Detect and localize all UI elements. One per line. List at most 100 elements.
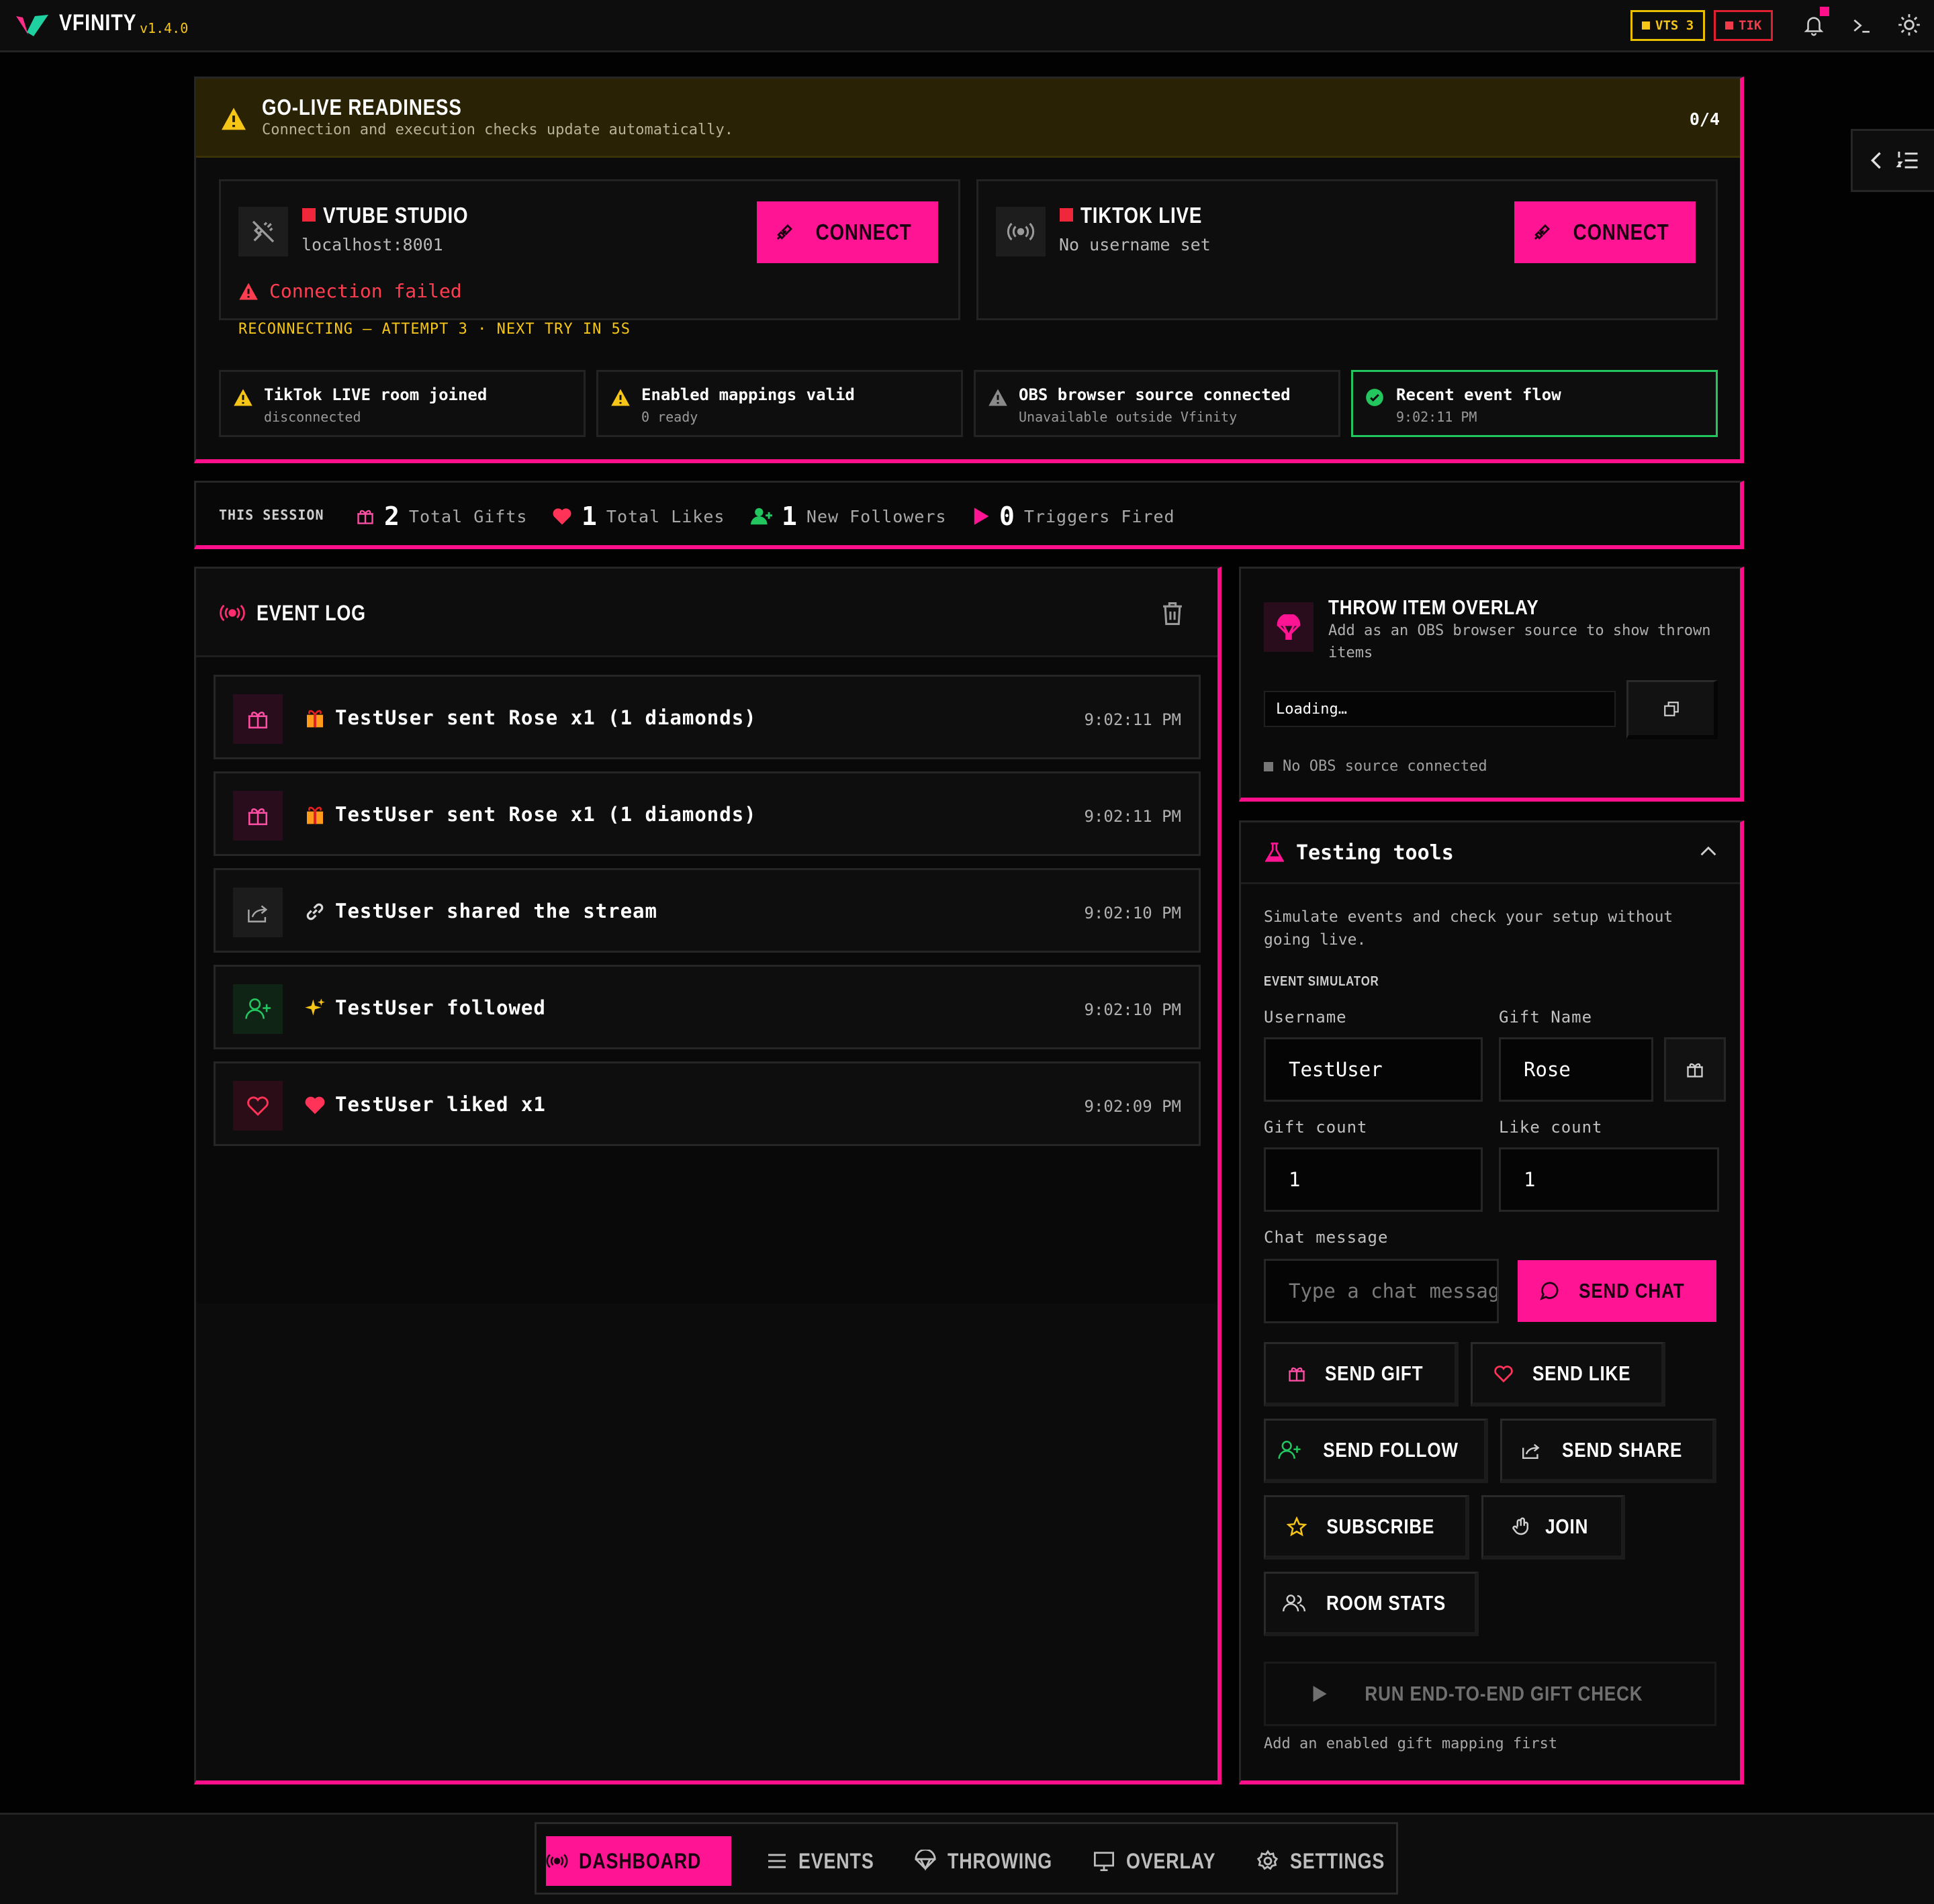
nav-overlay[interactable]: OVERLAY	[1093, 1836, 1233, 1886]
room-stats-label: ROOM STATS	[1326, 1590, 1446, 1615]
throw-overlay-title: THROW ITEM OVERLAY	[1328, 596, 1539, 619]
vts-status-chip[interactable]: VTS 3	[1630, 10, 1706, 41]
check-obs-source: OBS browser source connected Unavailable…	[974, 370, 1340, 437]
bottom-navigation: DASHBOARD EVENTS THROWING OVERLAY SETTIN…	[535, 1822, 1398, 1895]
like-count-input[interactable]	[1499, 1147, 1719, 1212]
heart-outline-icon	[1494, 1365, 1514, 1382]
wrapped-gift-emoji-icon	[307, 710, 323, 728]
vts-address: localhost:8001	[302, 235, 443, 254]
vts-error: Connection failed	[238, 280, 462, 302]
broadcast-icon	[996, 207, 1046, 256]
warning-icon	[222, 107, 246, 130]
chat-message-label: Chat message	[1264, 1228, 1389, 1247]
overlay-url-input[interactable]	[1264, 691, 1616, 727]
tiktok-connect-label: CONNECT	[1573, 220, 1669, 244]
send-gift-button[interactable]: SEND GIFT	[1264, 1342, 1459, 1407]
list-ordered-icon	[1896, 151, 1918, 169]
tiktok-status-dot	[1060, 208, 1073, 222]
join-label: JOIN	[1545, 1514, 1589, 1538]
gift-picker-button[interactable]	[1664, 1037, 1726, 1102]
user-plus-icon	[751, 508, 772, 525]
testing-tools-panel: Testing tools Simulate events and check …	[1239, 820, 1744, 1784]
gift-name-input[interactable]	[1499, 1037, 1653, 1102]
vts-status-square-icon	[1642, 21, 1650, 30]
testing-tools-header[interactable]: Testing tools	[1241, 822, 1740, 884]
nav-dashboard[interactable]: DASHBOARD	[546, 1836, 731, 1886]
event-text: TestUser sent Rose x1 (1 diamonds)	[335, 706, 757, 729]
send-share-label: SEND SHARE	[1561, 1437, 1683, 1462]
run-gift-check-button[interactable]: RUN END-TO-END GIFT CHECK	[1264, 1662, 1716, 1726]
users-icon	[1283, 1594, 1306, 1611]
tiktok-title: TIKTOK LIVE	[1080, 203, 1203, 228]
check-tiktok-room: TikTok LIVE room joined disconnected	[219, 370, 586, 437]
user-plus-icon	[233, 984, 283, 1034]
run-check-note: Add an enabled gift mapping first	[1264, 1735, 1558, 1752]
vtube-studio-connection-card: VTUBE STUDIO localhost:8001 CONNECT Conn…	[219, 179, 960, 338]
tiktok-status-chip[interactable]: TIK	[1714, 10, 1774, 41]
obs-status-text: No OBS source connected	[1283, 758, 1487, 775]
gift-count-label: Gift count	[1264, 1118, 1368, 1137]
event-row: TestUser shared the stream 9:02:10 PM	[214, 868, 1201, 953]
check-title: Recent event flow	[1396, 385, 1561, 404]
readiness-subtitle: Connection and execution checks update a…	[262, 122, 733, 138]
check-mappings: Enabled mappings valid 0 ready	[596, 370, 963, 437]
trash-icon[interactable]	[1161, 601, 1184, 626]
nav-throwing[interactable]: THROWING	[914, 1836, 1072, 1886]
send-follow-button[interactable]: SEND FOLLOW	[1264, 1419, 1488, 1483]
nav-overlay-label: OVERLAY	[1126, 1848, 1216, 1873]
check-title: Enabled mappings valid	[641, 385, 855, 404]
terminal-icon[interactable]	[1849, 15, 1874, 36]
sun-icon[interactable]	[1896, 12, 1922, 38]
gear-icon	[1256, 1850, 1279, 1870]
tiktok-username-status: No username set	[1059, 235, 1211, 254]
tiktok-connect-button[interactable]: CONNECT	[1514, 201, 1696, 263]
send-chat-button[interactable]: SEND CHAT	[1518, 1260, 1716, 1322]
heart-icon	[553, 508, 571, 525]
check-subtitle: disconnected	[264, 409, 361, 425]
send-share-button[interactable]: SEND SHARE	[1500, 1419, 1716, 1483]
wrapped-gift-emoji-icon	[307, 806, 323, 824]
parachute-icon	[915, 1850, 936, 1871]
event-row: TestUser sent Rose x1 (1 diamonds) 9:02:…	[214, 771, 1201, 856]
side-panel-toggle[interactable]	[1851, 129, 1934, 192]
broadcast-icon	[546, 1854, 568, 1868]
subscribe-button[interactable]: SUBSCRIBE	[1264, 1495, 1469, 1560]
menu-lines-icon	[768, 1854, 786, 1868]
event-simulator-heading: EVENT SIMULATOR	[1264, 974, 1379, 989]
chat-bubble-icon	[1540, 1282, 1559, 1300]
subscribe-label: SUBSCRIBE	[1326, 1514, 1434, 1538]
join-button[interactable]: JOIN	[1481, 1495, 1625, 1560]
broadcast-icon	[220, 604, 245, 622]
send-chat-label: SEND CHAT	[1579, 1279, 1685, 1302]
nav-settings[interactable]: SETTINGS	[1256, 1836, 1403, 1886]
check-subtitle: Unavailable outside Vfinity	[1019, 409, 1238, 425]
share-icon	[233, 888, 283, 937]
vfinity-logo-icon	[16, 15, 48, 36]
username-input[interactable]	[1264, 1037, 1483, 1102]
bell-icon[interactable]	[1802, 13, 1825, 38]
gift-icon	[233, 694, 283, 744]
link-emoji-icon	[306, 903, 324, 920]
notification-dot	[1820, 7, 1829, 16]
send-like-button[interactable]: SEND LIKE	[1471, 1342, 1665, 1407]
gift-count-input[interactable]	[1264, 1147, 1483, 1212]
copy-url-button[interactable]	[1626, 680, 1718, 739]
stat-label: Total Gifts	[408, 506, 528, 526]
copy-icon	[1663, 701, 1679, 716]
app-version: v1.4.0	[140, 20, 189, 36]
stat-new-followers: 1 New Followers	[751, 499, 947, 534]
vts-status-dot	[302, 208, 316, 222]
hand-wave-icon	[1512, 1517, 1529, 1535]
chevron-up-icon[interactable]	[1700, 845, 1717, 857]
vts-title: VTUBE STUDIO	[323, 203, 469, 228]
plug-icon	[776, 224, 792, 240]
stat-label: Triggers Fired	[1023, 506, 1175, 526]
room-stats-button[interactable]: ROOM STATS	[1264, 1572, 1479, 1636]
vts-connect-button[interactable]: CONNECT	[757, 201, 938, 263]
heart-outline-icon	[233, 1081, 283, 1131]
chat-message-input[interactable]	[1264, 1259, 1499, 1323]
stat-label: Total Likes	[606, 506, 725, 526]
share-icon	[1522, 1443, 1540, 1459]
stat-triggers-fired: 0 Triggers Fired	[972, 499, 1175, 534]
nav-events[interactable]: EVENTS	[766, 1836, 888, 1886]
